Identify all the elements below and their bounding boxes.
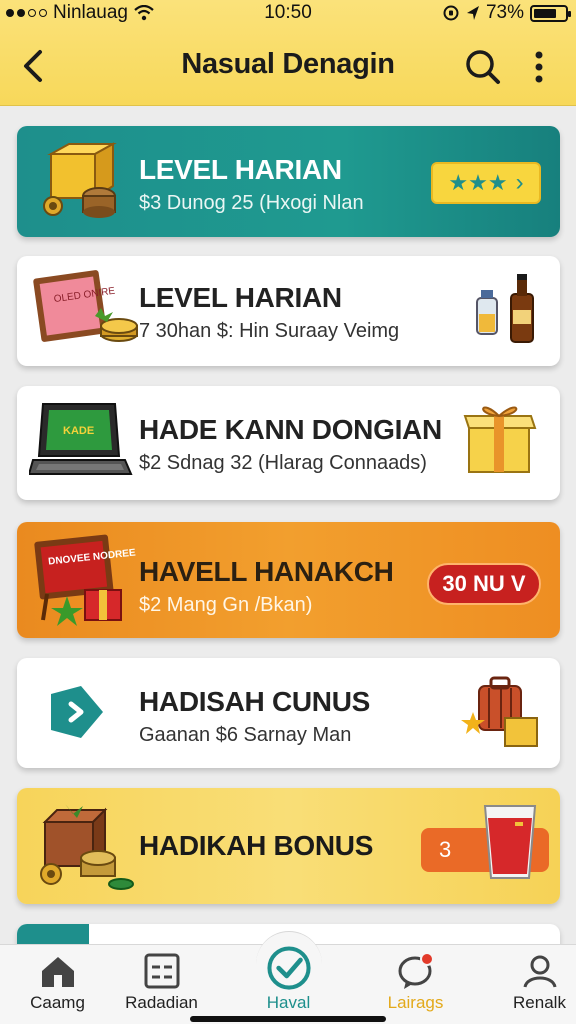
nav-label: Lairags bbox=[387, 993, 444, 1012]
list-item[interactable]: LEVEL HARIAN $3 Dunog 25 (Hxogi Nlan ★★★… bbox=[17, 126, 560, 237]
card-subtitle: Gaanan $6 Sarnay Man bbox=[139, 724, 352, 746]
battery-percent: 73% bbox=[485, 2, 524, 23]
bottles-icon bbox=[476, 274, 534, 343]
nav-item-radadian[interactable]: Radadian bbox=[104, 945, 219, 1024]
location-icon bbox=[466, 6, 479, 20]
home-icon bbox=[41, 957, 74, 987]
chevron-right-icon: › bbox=[515, 169, 524, 196]
card-title: LEVEL HARIAN bbox=[139, 282, 342, 313]
signboard-icon: DNOVEE NODREE bbox=[34, 534, 136, 626]
user-icon bbox=[523, 955, 556, 988]
app-header: Nasual Denagin bbox=[0, 28, 576, 106]
star-rating: ★★★ bbox=[448, 170, 508, 195]
search-icon[interactable] bbox=[462, 46, 502, 86]
card-title: HAVELL HANAKCH bbox=[139, 556, 394, 587]
nav-item-haval[interactable]: Haval bbox=[231, 931, 346, 1024]
nav-label: Haval bbox=[266, 993, 311, 1012]
list-item[interactable]: HADIKAH BONUS 3 bbox=[17, 788, 560, 904]
card-title: HADISAH CUNUS bbox=[139, 686, 370, 717]
check-circle-icon bbox=[266, 946, 311, 990]
bottom-nav: Caamg Radadian Haval Lairags Renalk bbox=[0, 931, 576, 1024]
battery-icon bbox=[530, 4, 571, 22]
signboard-icon: OLED ONIRE bbox=[33, 270, 138, 342]
list-item[interactable]: HADISAH CUNUS Gaanan $6 Sarnay Man bbox=[17, 658, 560, 768]
more-vertical-icon[interactable] bbox=[526, 48, 552, 86]
nav-item-renalk[interactable]: Renalk bbox=[482, 945, 576, 1024]
laptop-icon: KADE bbox=[29, 403, 133, 475]
card-subtitle: $3 Dunog 25 (Hxogi Nlan bbox=[139, 192, 364, 214]
list-item[interactable]: KADE HADE KANN DONGIAN $2 Sdnag 32 (Hlar… bbox=[17, 386, 560, 500]
level-list: LEVEL HARIAN $3 Dunog 25 (Hxogi Nlan ★★★… bbox=[0, 106, 576, 944]
top-bar: Ninlauag 10:50 73% Nasual Denagin bbox=[0, 0, 576, 106]
treasure-chest-icon bbox=[40, 804, 134, 890]
nav-item-lairags[interactable]: Lairags bbox=[358, 945, 473, 1024]
card-title: LEVEL HARIAN bbox=[139, 154, 342, 185]
card-title: HADIKAH BONUS bbox=[139, 830, 374, 861]
card-subtitle: 7 30han $: Hin Suraay Veimg bbox=[139, 320, 400, 342]
grid-icon bbox=[144, 953, 179, 989]
luggage-icon bbox=[461, 676, 538, 747]
play-arrow-icon bbox=[51, 686, 103, 738]
card-subtitle: $2 Mang Gn /Bkan) bbox=[139, 594, 313, 616]
home-indicator bbox=[190, 1016, 386, 1022]
status-bar: Ninlauag 10:50 73% bbox=[0, 0, 576, 28]
nav-item-home[interactable]: Caamg bbox=[0, 945, 115, 1024]
card-subtitle: $2 Sdnag 32 (Hlarag Connaads) bbox=[139, 452, 427, 474]
count-badge[interactable]: 30 NU V bbox=[427, 563, 541, 605]
screen-text: KADE bbox=[63, 425, 94, 437]
orientation-lock-icon bbox=[443, 5, 459, 21]
list-item[interactable]: OLED ONIRE LEVEL HARIAN 7 30han $: Hin S… bbox=[17, 256, 560, 366]
drink-glass-icon bbox=[483, 805, 537, 879]
gift-box-icon bbox=[463, 406, 537, 473]
nav-label: Radadian bbox=[125, 993, 198, 1012]
list-item[interactable]: DNOVEE NODREE HAVELL HANAKCH $2 Mang Gn … bbox=[17, 522, 560, 638]
nav-label: Renalk bbox=[513, 993, 566, 1012]
nav-label: Caamg bbox=[30, 993, 85, 1012]
card-accent bbox=[17, 924, 89, 944]
chat-bubble-icon bbox=[398, 952, 434, 989]
treasure-box-icon bbox=[43, 142, 117, 218]
card-title: HADE KANN DONGIAN bbox=[139, 414, 442, 445]
stars-badge[interactable]: ★★★ › bbox=[431, 162, 541, 204]
